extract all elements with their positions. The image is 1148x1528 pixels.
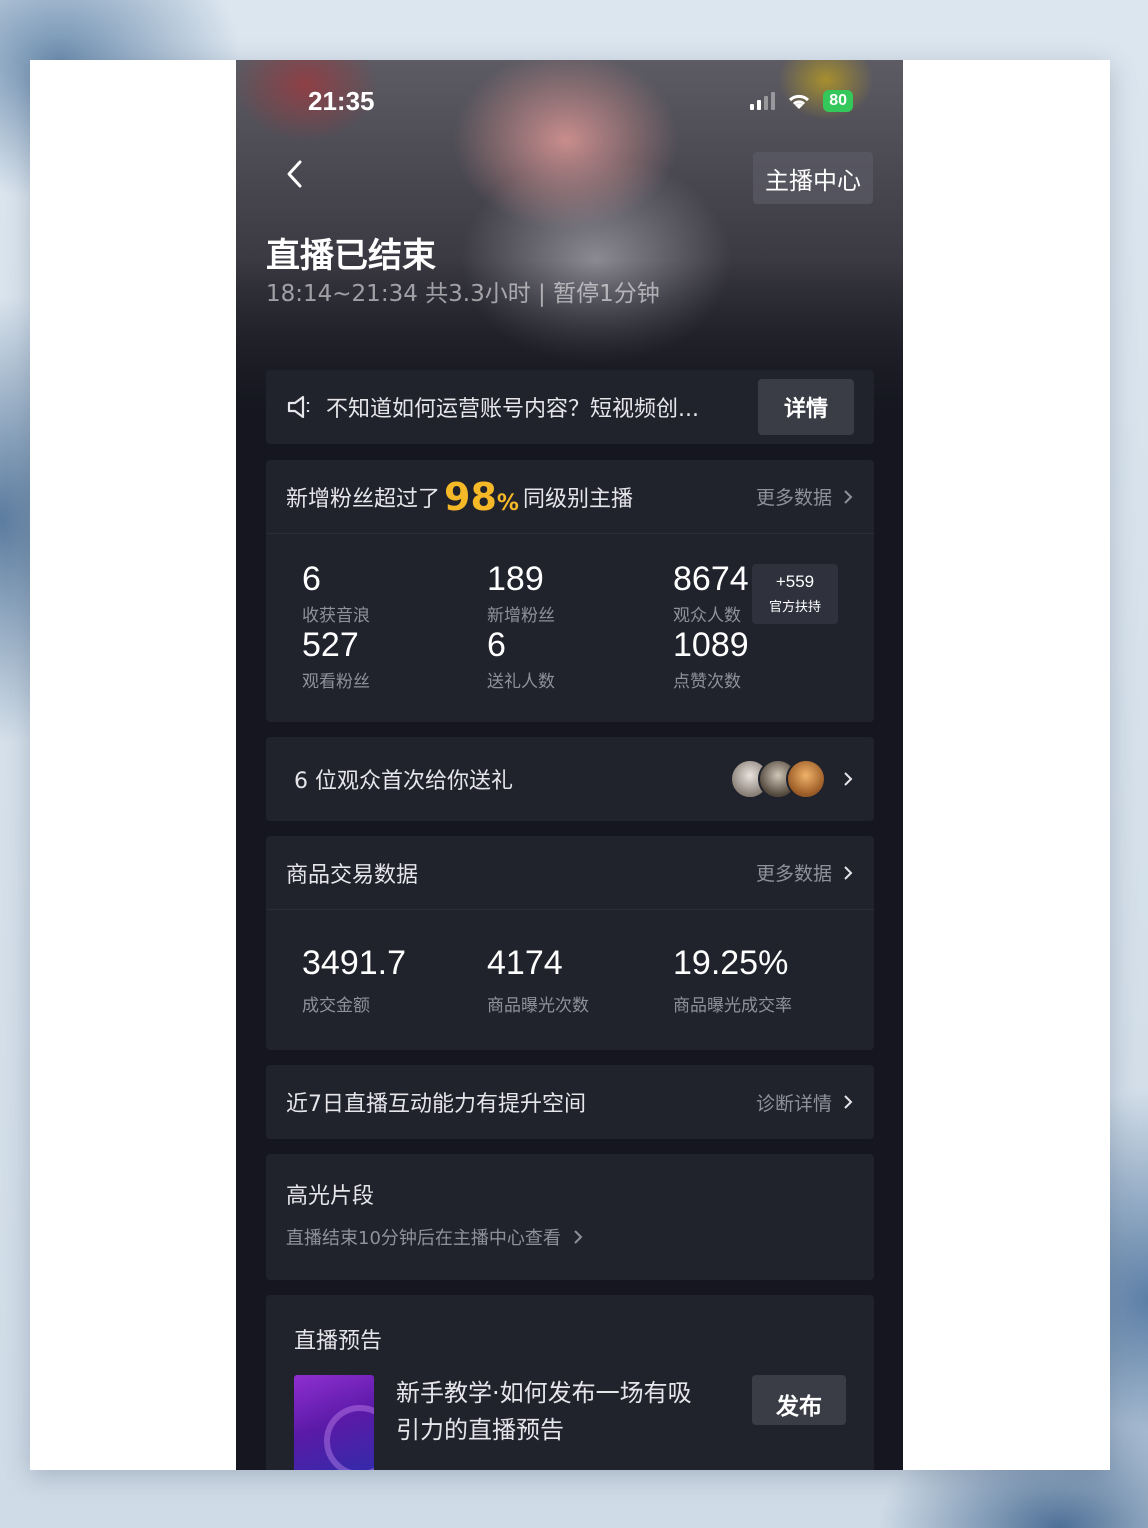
highlight-title: 高光片段 bbox=[286, 1184, 375, 1209]
first-gifters-row[interactable]: 6 位观众首次给你送礼 bbox=[266, 737, 874, 821]
trade-title: 商品交易数据 bbox=[286, 862, 419, 888]
fan-growth-header: 新增粉丝超过了 98% 同级别主播 更多数据 bbox=[266, 460, 874, 534]
stat-viewers: 8674 观众人数 bbox=[673, 560, 749, 626]
battery-icon: 80 bbox=[823, 90, 853, 112]
official-boost-badge: +559 官方扶持 bbox=[752, 564, 838, 624]
chevron-right-icon bbox=[844, 772, 853, 786]
chevron-right-icon bbox=[844, 865, 853, 880]
gifter-avatars bbox=[730, 759, 826, 799]
interaction-diagnosis-row[interactable]: 近7日直播互动能力有提升空间 诊断详情 bbox=[266, 1065, 874, 1139]
details-button[interactable]: 详情 bbox=[757, 379, 854, 435]
stat-gmv: 3491.7 成交金额 bbox=[302, 944, 406, 1016]
publish-button[interactable]: 发布 bbox=[752, 1375, 846, 1425]
tutorial-text[interactable]: 新手教学·如何发布一场有吸 引力的直播预告 bbox=[396, 1375, 726, 1470]
live-preview-panel: 直播预告 新手教学·如何发布一场有吸 引力的直播预告 发布 bbox=[266, 1295, 874, 1470]
notice-bar[interactable]: 不知道如何运营账号内容？短视频创... 详情 bbox=[266, 370, 874, 444]
phone-screen: 21:35 80 主播中心 直播已结束 18:14~21:34 共3.3小时 |… bbox=[236, 60, 903, 1470]
stream-stats-panel: 新增粉丝超过了 98% 同级别主播 更多数据 6 收获音浪 189 新增粉丝 867… bbox=[266, 460, 874, 722]
more-data-link[interactable]: 更多数据 bbox=[756, 483, 854, 510]
speaker-icon bbox=[287, 395, 310, 419]
preview-title: 直播预告 bbox=[294, 1329, 383, 1354]
stat-product-impressions: 4174 商品曝光次数 bbox=[487, 944, 589, 1016]
chevron-right-icon bbox=[844, 489, 853, 504]
product-trade-panel: 商品交易数据 更多数据 3491.7 成交金额 4174 商品曝光次数 19.25%… bbox=[266, 836, 874, 1050]
chevron-right-icon bbox=[844, 1095, 853, 1109]
status-time: 21:35 bbox=[308, 86, 375, 116]
back-icon[interactable] bbox=[280, 156, 310, 192]
stat-fan-viewers: 527 观看粉丝 bbox=[302, 626, 370, 692]
more-data-link[interactable]: 更多数据 bbox=[756, 859, 854, 886]
diagnosis-link[interactable]: 诊断详情 bbox=[756, 1089, 854, 1116]
highlight-subtitle: 直播结束10分钟后在主播中心查看 bbox=[286, 1228, 561, 1249]
signal-icon bbox=[750, 92, 776, 110]
status-icons: 80 bbox=[750, 90, 853, 112]
stat-new-fans: 189 新增粉丝 bbox=[487, 560, 555, 626]
stat-likes: 1089 点赞次数 bbox=[673, 626, 749, 692]
anchor-center-button[interactable]: 主播中心 bbox=[753, 152, 873, 204]
chevron-right-icon bbox=[574, 1230, 583, 1244]
page-title: 直播已结束 bbox=[266, 236, 436, 276]
avatar bbox=[786, 759, 826, 799]
highlight-clips-panel[interactable]: 高光片段 直播结束10分钟后在主播中心查看 bbox=[266, 1154, 874, 1280]
stream-duration: 18:14~21:34 共3.3小时 | 暂停1分钟 bbox=[266, 281, 660, 307]
notice-text: 不知道如何运营账号内容？短视频创... bbox=[326, 397, 699, 422]
wifi-icon bbox=[789, 94, 810, 109]
tutorial-thumbnail[interactable] bbox=[294, 1375, 374, 1470]
fan-growth-percent: 98% bbox=[444, 474, 519, 519]
stat-sound-waves: 6 收获音浪 bbox=[302, 560, 370, 626]
stat-gift-senders: 6 送礼人数 bbox=[487, 626, 555, 692]
stat-conversion-rate: 19.25% 商品曝光成交率 bbox=[673, 944, 792, 1016]
stats-grid: 6 收获音浪 189 新增粉丝 8674 观众人数 +559 官方扶持 527 观看粉丝… bbox=[266, 534, 874, 722]
